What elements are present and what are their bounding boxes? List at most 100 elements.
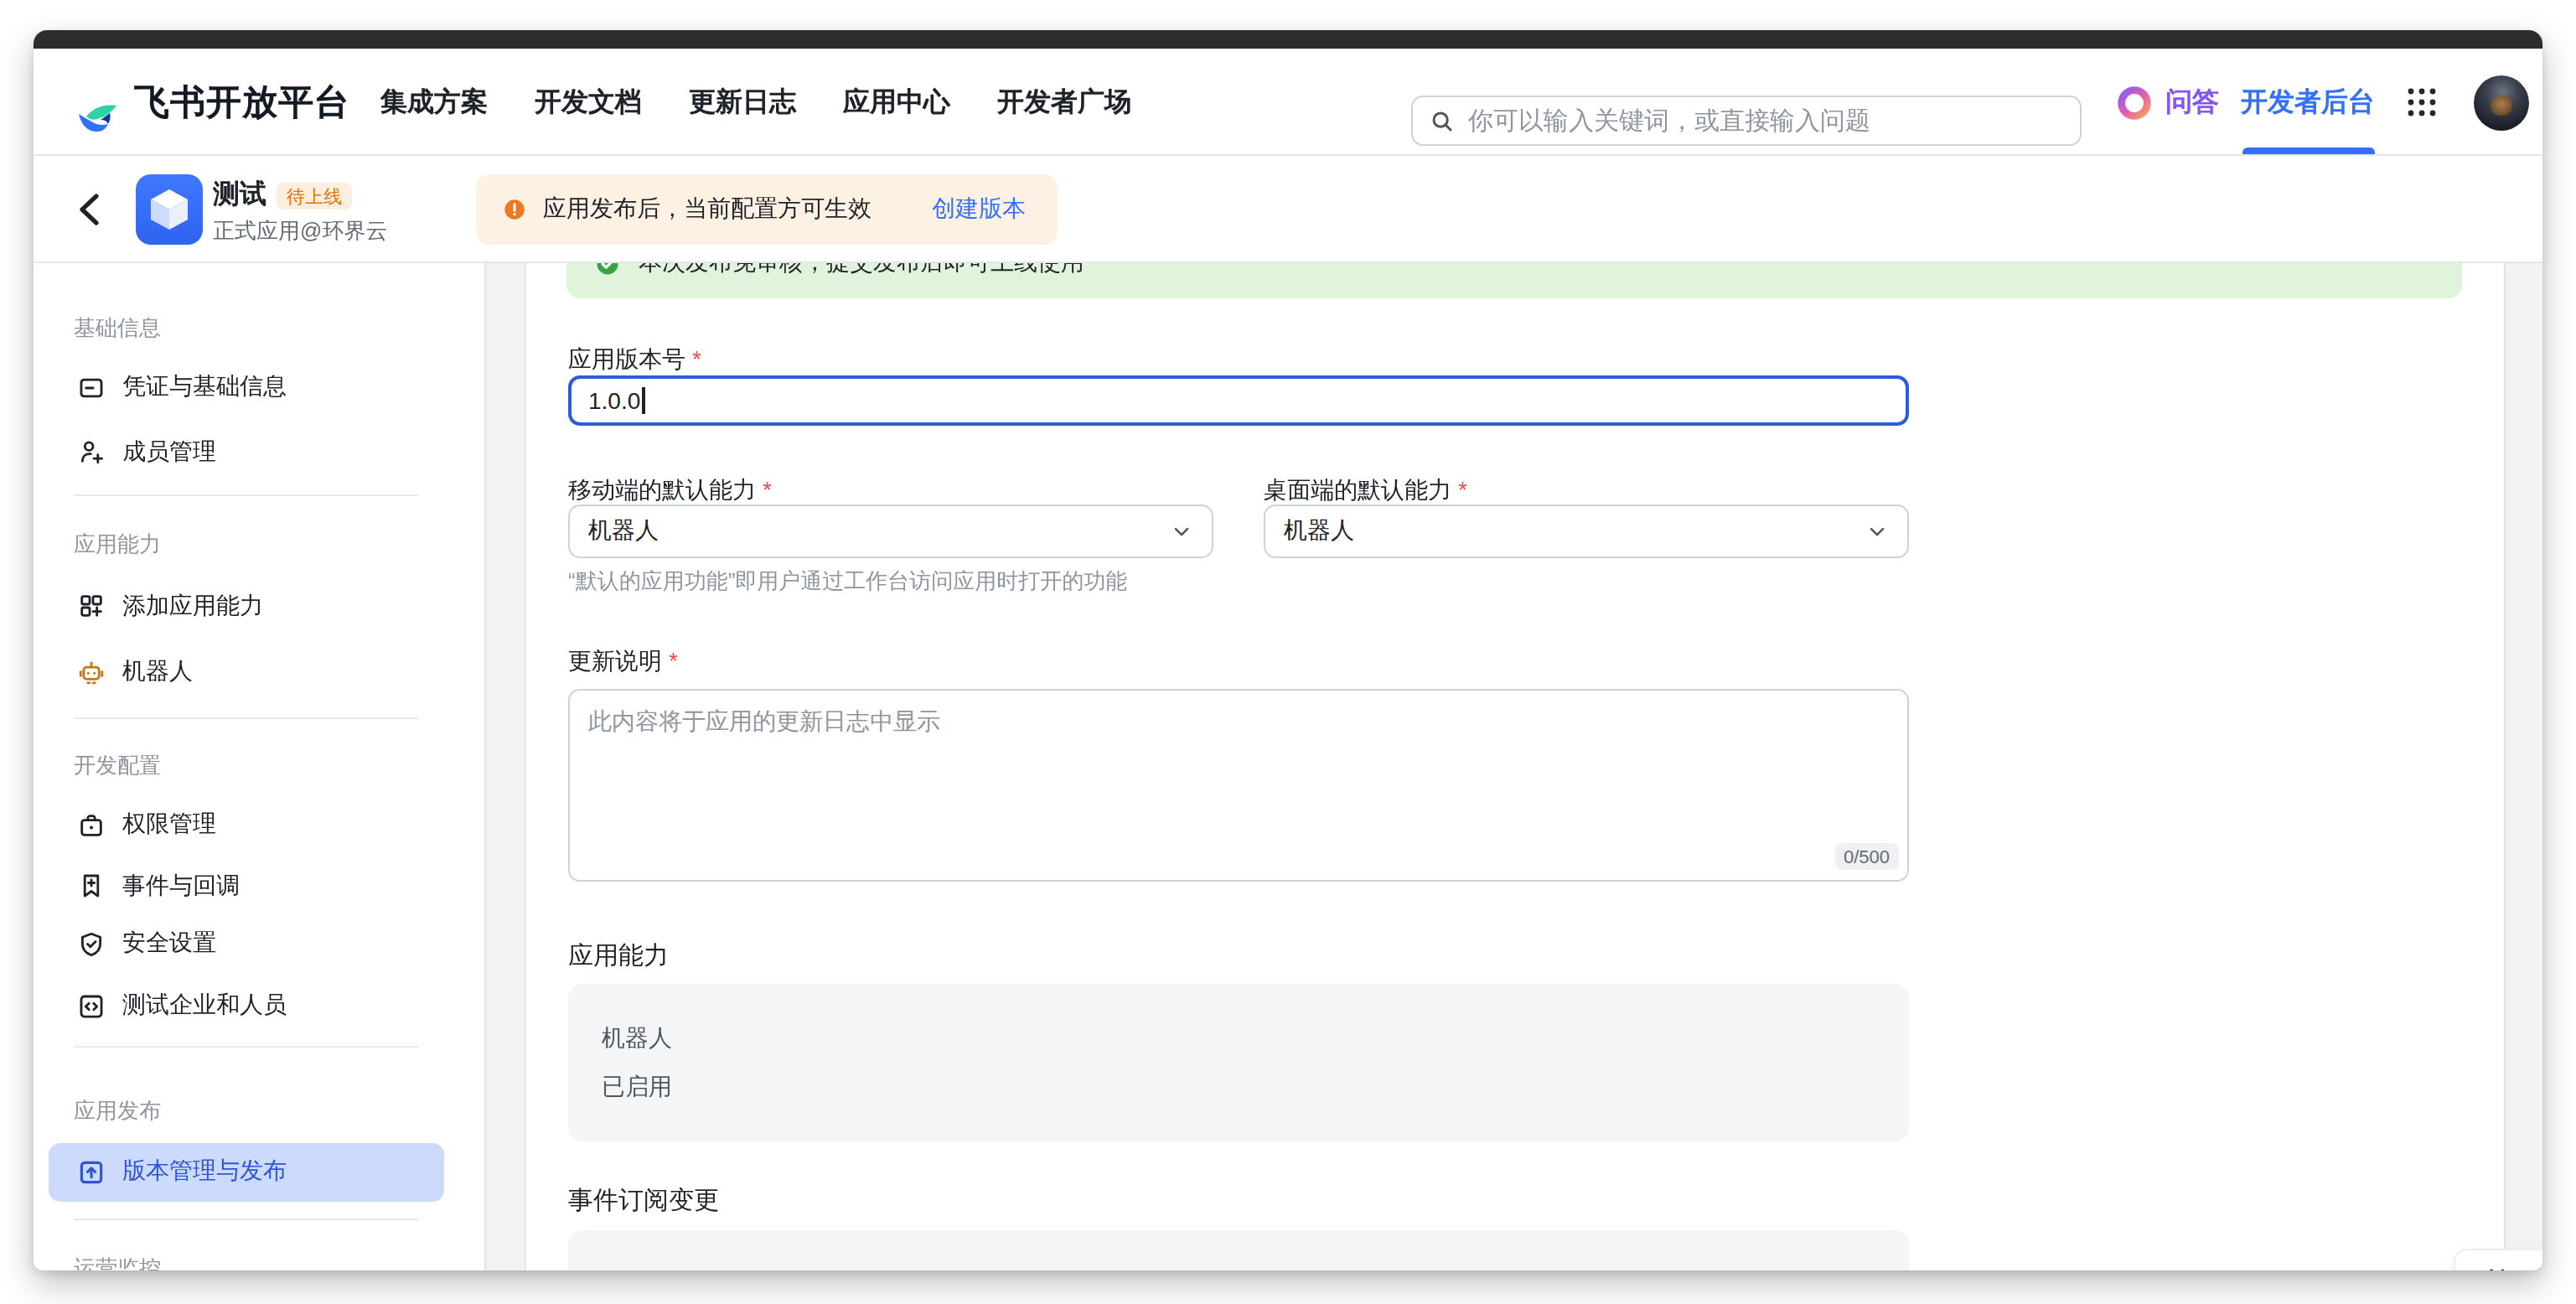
version-label: 应用版本号*	[568, 345, 701, 375]
mobile-capability-select[interactable]: 机器人	[568, 505, 1213, 558]
top-nav-items: 集成方案 开发文档 更新日志 应用中心 开发者广场	[380, 49, 1131, 156]
warning-banner: 应用发布后，当前配置方可生效 创建版本	[476, 174, 1058, 245]
sidebar-divider	[74, 494, 419, 496]
event-box	[568, 1230, 1909, 1270]
capability-note: “默认的应用功能”即用户通过工作台访问应用时打开的功能	[568, 567, 1127, 597]
id-card-icon	[77, 373, 106, 401]
sidebar-item[interactable]: 事件与回调	[49, 854, 444, 918]
add-capability-icon	[77, 592, 106, 620]
sidebar-item[interactable]: 权限管理	[49, 793, 444, 856]
main-panel: 本次发布免审核，提交发布后即可上线使用 应用版本号* 1.0.0 移动端的默认能…	[526, 263, 2504, 1270]
sidebar-item[interactable]: 成员管理	[49, 420, 444, 484]
nav-item[interactable]: 应用中心	[843, 85, 950, 120]
sidebar-item-label: 安全设置	[122, 929, 216, 959]
required-asterisk: *	[692, 345, 701, 372]
sidebar-item-label: 凭证与基础信息	[122, 372, 287, 402]
robot-icon	[77, 658, 106, 686]
top-header: 飞书开放平台 集成方案 开发文档 更新日志 应用中心 开发者广场 你可以输入关键词，或直…	[34, 49, 2542, 156]
sidebar-item-label: 添加应用能力	[122, 591, 263, 621]
sidebar-item-label: 成员管理	[122, 437, 216, 467]
mobile-capability-label: 移动端的默认能力*	[568, 476, 772, 506]
required-asterisk: *	[669, 647, 678, 674]
required-asterisk: *	[763, 476, 772, 503]
back-icon[interactable]	[77, 193, 101, 226]
sidebar-section-title: 开发配置	[74, 750, 161, 780]
sidebar-section-title: 运营监控	[74, 1253, 161, 1270]
nav-item[interactable]: 开发文档	[535, 85, 642, 120]
capability-section-title: 应用能力	[568, 940, 669, 972]
console-tab-indicator	[2242, 147, 2375, 154]
status-badge: 待上线	[277, 183, 352, 210]
sidebar-item[interactable]: 添加应用能力	[49, 574, 444, 638]
security-icon	[77, 929, 106, 958]
success-icon	[595, 263, 620, 276]
sidebar-gutter	[484, 263, 526, 1270]
create-version-link[interactable]: 创建版本	[932, 194, 1026, 225]
event-callback-icon	[77, 872, 106, 900]
char-counter: 0/500	[1835, 843, 1898, 870]
nav-item[interactable]: 集成方案	[380, 85, 488, 120]
sidebar-section-title: 应用发布	[74, 1096, 161, 1126]
sidebar-item[interactable]: 凭证与基础信息	[49, 355, 444, 419]
member-add-icon	[77, 437, 106, 466]
capability-status: 已启用	[602, 1073, 672, 1103]
desktop-capability-select[interactable]: 机器人	[1264, 505, 1909, 558]
sidebar-item[interactable]: 测试企业和人员	[49, 974, 444, 1038]
sidebar-section-title: 基础信息	[74, 313, 161, 344]
qa-ring-icon	[2115, 83, 2154, 122]
apps-grid-icon[interactable]	[2407, 87, 2437, 117]
test-org-icon	[77, 991, 106, 1020]
version-release-icon	[77, 1157, 106, 1186]
warning-icon	[503, 198, 526, 221]
page: 飞书开放平台 集成方案 开发文档 更新日志 应用中心 开发者广场 你可以输入关键词，或直…	[0, 0, 2576, 1304]
content-area: 基础信息凭证与基础信息成员管理应用能力添加应用能力机器人开发配置权限管理事件与回…	[34, 263, 2542, 1270]
qa-entry[interactable]: 问答	[2115, 49, 2219, 156]
warning-text: 应用发布后，当前配置方可生效	[543, 194, 872, 225]
browser-window: 飞书开放平台 集成方案 开发文档 更新日志 应用中心 开发者广场 你可以输入关键词，或直…	[34, 30, 2542, 1270]
sidebar-item[interactable]: 版本管理与发布	[49, 1142, 444, 1201]
sidebar-item[interactable]: 机器人	[49, 640, 444, 704]
success-banner: 本次发布免审核，提交发布后即可上线使用	[566, 263, 2462, 298]
search-icon	[1430, 108, 1455, 133]
brand-title[interactable]: 飞书开放平台	[134, 49, 350, 156]
sidebar-item-label: 权限管理	[122, 810, 216, 840]
sidebar-item-label: 事件与回调	[122, 871, 240, 901]
sidebar-divider	[74, 717, 419, 718]
user-avatar[interactable]	[2474, 75, 2529, 131]
capability-box: 机器人 已启用	[568, 984, 1909, 1141]
sidebar: 基础信息凭证与基础信息成员管理应用能力添加应用能力机器人开发配置权限管理事件与回…	[34, 263, 484, 1270]
app-name: 测试	[213, 178, 266, 213]
version-input[interactable]: 1.0.0	[568, 375, 1909, 426]
app-subtitle: 正式应用@环界云	[213, 216, 387, 246]
chevron-down-icon	[1865, 520, 1889, 543]
sidebar-divider	[74, 1045, 419, 1047]
search-box[interactable]: 你可以输入关键词，或直接输入问题	[1411, 96, 2082, 146]
expand-panel-button[interactable]: 展开	[2454, 1249, 2542, 1270]
required-asterisk: *	[1458, 476, 1467, 503]
window-top-bar	[34, 30, 2542, 49]
search-placeholder: 你可以输入关键词，或直接输入问题	[1468, 105, 1870, 137]
sidebar-item-label: 版本管理与发布	[122, 1157, 287, 1187]
app-bar: 测试 待上线 正式应用@环界云 应用发布后，当前配置方可生效 创建版本	[34, 156, 2542, 263]
sidebar-item-label: 机器人	[122, 657, 193, 687]
release-note-label: 更新说明*	[568, 647, 678, 677]
sidebar-section-title: 应用能力	[74, 530, 161, 560]
sidebar-item[interactable]: 安全设置	[49, 912, 444, 975]
nav-item[interactable]: 开发者广场	[997, 85, 1131, 120]
sidebar-divider	[74, 1218, 419, 1219]
chevron-down-icon	[1170, 520, 1193, 543]
event-section-title: 事件订阅变更	[568, 1185, 719, 1217]
capability-name: 机器人	[602, 1024, 672, 1054]
double-chevron-left-icon	[2475, 1264, 2509, 1270]
sidebar-item-label: 测试企业和人员	[122, 991, 287, 1021]
release-note-textarea[interactable]: 此内容将于应用的更新日志中显示	[568, 689, 1909, 882]
nav-item[interactable]: 更新日志	[689, 85, 796, 120]
success-text: 本次发布免审核，提交发布后即可上线使用	[639, 263, 1084, 278]
qa-label: 问答	[2165, 85, 2219, 120]
right-gutter	[2504, 263, 2542, 1270]
permission-icon	[77, 810, 106, 839]
console-tab[interactable]: 开发者后台	[2241, 49, 2375, 156]
desktop-capability-label: 桌面端的默认能力*	[1264, 476, 1467, 506]
app-icon	[136, 174, 203, 245]
feishu-logo-icon	[75, 101, 124, 141]
